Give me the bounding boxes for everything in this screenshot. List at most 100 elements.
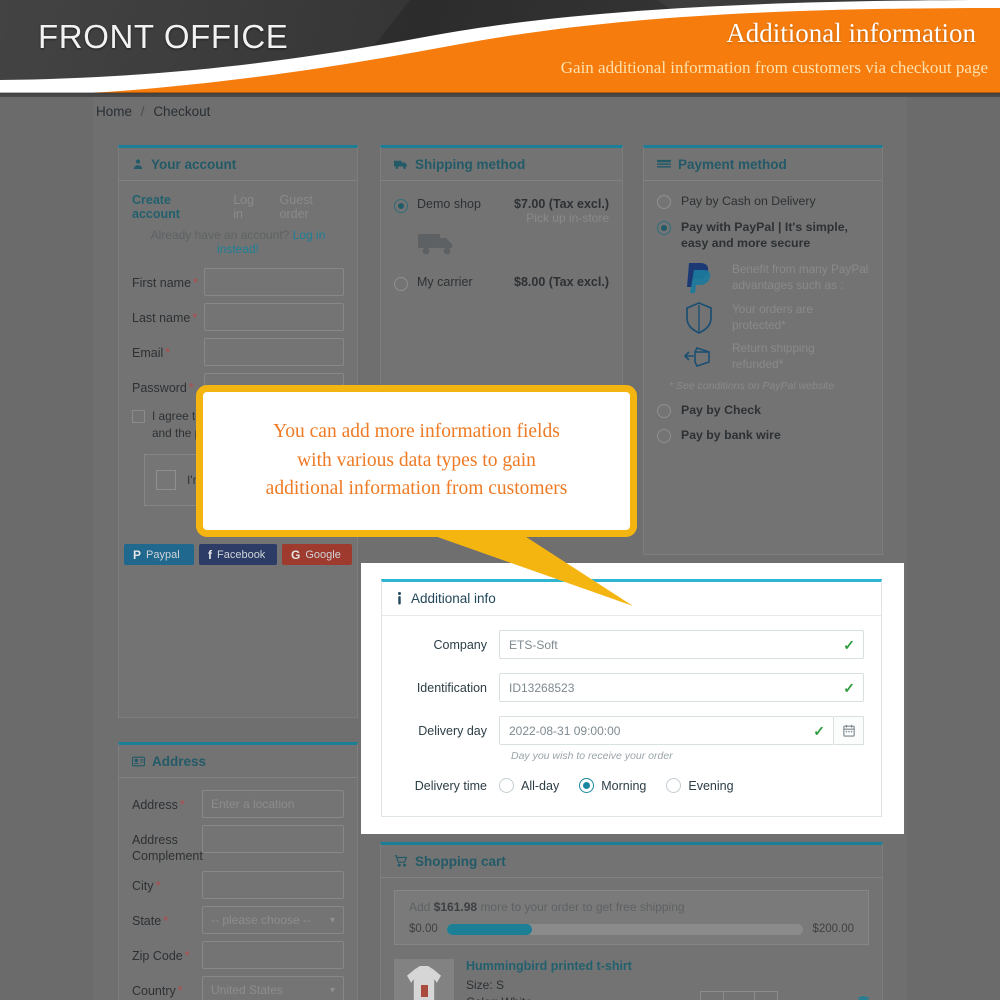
cart-item-name[interactable]: Hummingbird printed t-shirt bbox=[466, 959, 700, 973]
address-header: Address bbox=[119, 745, 357, 778]
first-name-label: First name * bbox=[132, 276, 198, 290]
delivery-time-text-evening: Evening bbox=[688, 778, 734, 793]
payment-method-header: Payment method bbox=[644, 148, 882, 181]
email-label: Email * bbox=[132, 346, 171, 360]
paypal-login-button[interactable]: P Paypal bbox=[124, 544, 194, 566]
delivery-time-text-all-day: All-day bbox=[521, 778, 560, 793]
google-login-label: Google bbox=[305, 548, 341, 561]
payment-option-bank-wire[interactable]: Pay by bank wire bbox=[657, 427, 869, 444]
shipping-note-demo-shop: Pick up in-store bbox=[526, 211, 609, 225]
breadcrumb-current: Checkout bbox=[153, 104, 211, 119]
company-input[interactable]: ETS-Soft bbox=[499, 630, 864, 659]
city-input[interactable] bbox=[202, 871, 344, 900]
delivery-time-row: Delivery time All-day Morning Evening bbox=[399, 778, 864, 793]
payment-radio-bank-wire[interactable] bbox=[657, 429, 671, 444]
shipping-option-demo-shop[interactable]: Demo shop $7.00 (Tax excl.) Pick up in-s… bbox=[394, 193, 609, 225]
city-label: City * bbox=[132, 879, 161, 894]
address-input[interactable]: Enter a location bbox=[202, 790, 344, 818]
delivery-time-radio-evening[interactable] bbox=[666, 778, 682, 793]
paypal-benefit-text: Your orders are protected* bbox=[732, 301, 813, 332]
country-select[interactable]: United States ▾ bbox=[202, 976, 344, 1000]
payment-card-icon bbox=[657, 159, 671, 169]
country-label: Country * bbox=[132, 984, 183, 999]
recaptcha-checkbox[interactable] bbox=[156, 470, 176, 491]
google-login-button[interactable]: G Google bbox=[282, 544, 352, 566]
email-input[interactable] bbox=[204, 338, 344, 366]
tab-create-account[interactable]: Create account bbox=[132, 193, 220, 221]
chevron-down-icon: ▾ bbox=[329, 914, 335, 926]
last-name-input[interactable] bbox=[204, 303, 344, 331]
shield-icon bbox=[679, 301, 719, 334]
paypal-benefit-text: Benefit from many PayPal advantages such… bbox=[732, 261, 869, 292]
password-label: Password * bbox=[132, 381, 194, 395]
cart-item-quantity-stepper[interactable]: − 1 + bbox=[700, 991, 778, 1000]
payment-option-check[interactable]: Pay by Check bbox=[657, 402, 869, 419]
payment-radio-cash-on-delivery[interactable] bbox=[657, 195, 671, 209]
company-field: ETS-Soft ✓ bbox=[499, 630, 864, 659]
address-body: Address * Enter a location Address Comple… bbox=[119, 778, 357, 1000]
quantity-decrease-button[interactable]: − bbox=[701, 992, 723, 1000]
delivery-time-option-morning[interactable]: Morning bbox=[579, 778, 646, 793]
tab-log-in[interactable]: Log in bbox=[233, 193, 266, 221]
valid-check-icon: ✓ bbox=[843, 637, 855, 653]
shipping-price-demo-shop: $7.00 (Tax excl.) bbox=[514, 197, 609, 211]
state-select[interactable]: -- please choose -- ▾ bbox=[202, 906, 344, 935]
callout-box: You can add more information fields with… bbox=[196, 385, 637, 537]
zip-code-input[interactable] bbox=[202, 941, 344, 970]
shipping-name-demo-shop: Demo shop bbox=[417, 197, 481, 211]
free-shipping-amount: $161.98 bbox=[433, 900, 478, 914]
paypal-conditions-note: * See conditions on PayPal website bbox=[669, 379, 835, 392]
delivery-day-input[interactable]: 2022-08-31 09:00:00 bbox=[499, 716, 834, 745]
required-marker: * bbox=[184, 949, 190, 964]
paypal-benefit-text: Return shipping refunded* bbox=[732, 340, 815, 371]
calendar-icon[interactable] bbox=[834, 716, 864, 745]
callout-line-1: You can add more information fields bbox=[273, 421, 560, 443]
quantity-increase-button[interactable]: + bbox=[755, 992, 777, 1000]
address-complement-input[interactable] bbox=[202, 825, 344, 853]
delivery-time-radio-all-day[interactable] bbox=[499, 778, 514, 793]
shipping-method-title: Shipping method bbox=[415, 156, 526, 172]
delivery-day-row: Delivery day 2022-08-31 09:00:00 ✓ bbox=[399, 716, 864, 745]
delivery-time-option-evening[interactable]: Evening bbox=[666, 778, 734, 793]
payment-option-paypal[interactable]: Pay with PayPal | It's simple, easy and … bbox=[657, 219, 869, 252]
identification-input[interactable]: ID13268523 bbox=[499, 673, 864, 702]
delivery-time-radio-morning[interactable] bbox=[579, 778, 595, 793]
cart-item-row: Hummingbird printed t-shirt Size: S Colo… bbox=[394, 957, 869, 1000]
country-select-value: United States bbox=[211, 983, 284, 998]
payment-radio-check[interactable] bbox=[657, 403, 671, 418]
delivery-day-label: Delivery day bbox=[418, 723, 487, 738]
paypal-icon: P bbox=[133, 547, 142, 562]
identification-field: ID13268523 ✓ bbox=[499, 673, 864, 702]
payment-radio-paypal[interactable] bbox=[657, 220, 671, 235]
required-marker: * bbox=[193, 276, 198, 290]
city-row: City * bbox=[132, 871, 344, 900]
breadcrumb-home[interactable]: Home bbox=[96, 104, 132, 119]
state-label: State * bbox=[132, 914, 169, 929]
delivery-time-option-all-day[interactable]: All-day bbox=[499, 778, 559, 793]
shipping-option-my-carrier[interactable]: My carrier $8.00 (Tax excl.) bbox=[394, 271, 609, 291]
country-row: Country * United States ▾ bbox=[132, 976, 344, 1000]
identification-row: Identification ID13268523 ✓ bbox=[399, 673, 864, 702]
quantity-value[interactable]: 1 bbox=[723, 992, 755, 1000]
progress-fill bbox=[446, 923, 533, 935]
state-select-value: -- please choose -- bbox=[211, 913, 312, 928]
additional-info-body: Company ETS-Soft ✓ Identification ID1326… bbox=[382, 616, 881, 793]
company-row: Company ETS-Soft ✓ bbox=[399, 630, 864, 659]
company-label: Company bbox=[433, 637, 488, 652]
facebook-login-button[interactable]: f Facebook bbox=[199, 544, 277, 566]
cart-item-thumbnail[interactable] bbox=[394, 959, 454, 1000]
payment-method-title: Payment method bbox=[678, 156, 787, 172]
facebook-icon: f bbox=[208, 547, 212, 562]
facebook-login-label: Facebook bbox=[217, 548, 266, 561]
first-name-input[interactable] bbox=[204, 268, 344, 296]
shipping-radio-demo-shop[interactable] bbox=[394, 199, 408, 213]
free-shipping-progress-block: Add $161.98 more to your order to get fr… bbox=[394, 890, 869, 945]
page-body: Home / Checkout Your account Create acco… bbox=[0, 97, 1000, 1000]
terms-checkbox[interactable] bbox=[132, 410, 145, 423]
delete-icon[interactable] bbox=[858, 996, 869, 1000]
payment-option-cash-on-delivery[interactable]: Pay by Cash on Delivery bbox=[657, 193, 869, 210]
tab-guest-order[interactable]: Guest order bbox=[280, 193, 345, 221]
shipping-radio-my-carrier[interactable] bbox=[394, 277, 408, 291]
required-marker: * bbox=[192, 311, 198, 325]
free-shipping-text: Add $161.98 more to your order to get fr… bbox=[409, 900, 685, 914]
